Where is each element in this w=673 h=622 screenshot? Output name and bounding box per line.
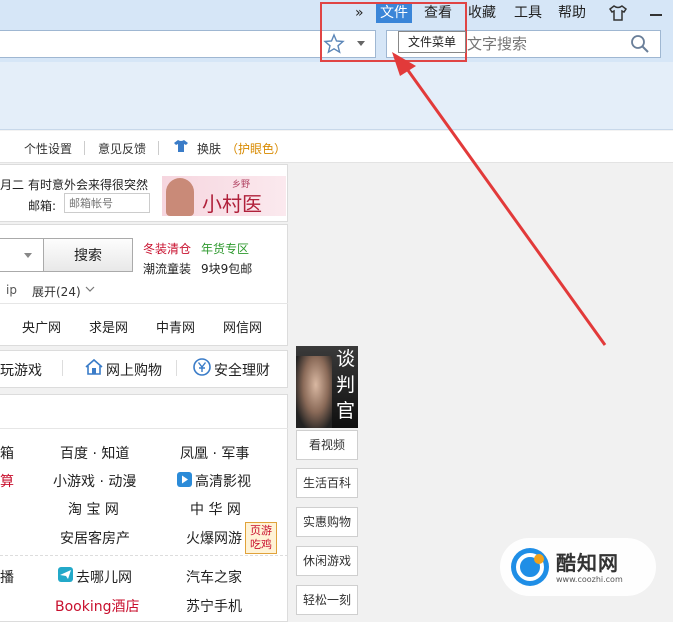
hot-link-4[interactable]: 9块9包邮 xyxy=(201,260,252,277)
site-r4-c2[interactable]: 安居客房产 xyxy=(60,528,130,548)
site-r4-c3[interactable]: 火爆网游 xyxy=(186,528,242,548)
eye-care-link[interactable]: （护眼色） xyxy=(226,140,286,157)
menu-tools[interactable]: 工具 xyxy=(514,3,542,23)
badge-line-1: 页游 xyxy=(250,524,272,537)
ad-title: 谈判官 xyxy=(336,348,356,422)
notice-text[interactable]: 有时意外会来得很突然 xyxy=(28,176,148,193)
news-link-3[interactable]: 中青网 xyxy=(156,317,195,336)
email-label: 邮箱: xyxy=(28,199,57,213)
email-input[interactable] xyxy=(64,193,150,213)
site-r3-c2[interactable]: 淘 宝 网 xyxy=(68,499,119,519)
hot-link-1[interactable]: 冬装清仓 xyxy=(143,240,191,257)
chevron-down-icon[interactable] xyxy=(85,286,95,293)
site-r5-c1[interactable]: 播 xyxy=(0,567,14,587)
novel-banner[interactable]: 乡野 小村医 xyxy=(162,176,286,216)
side-life-wiki[interactable]: 生活百科 xyxy=(296,468,358,498)
video-play-icon xyxy=(177,472,192,487)
site-r2-c3[interactable]: 高清影视 xyxy=(195,471,251,491)
travel-plane-icon xyxy=(58,567,73,582)
menu-favorites[interactable]: 收藏 xyxy=(468,3,496,23)
site-r5-c2[interactable]: 去哪儿网 xyxy=(76,567,132,587)
site-r5-c3[interactable]: 汽车之家 xyxy=(186,567,242,587)
notice-fragment: 月二 xyxy=(0,178,25,192)
hot-link-2[interactable]: 年货专区 xyxy=(201,240,249,257)
divider xyxy=(158,141,159,155)
search-icon[interactable] xyxy=(629,33,651,55)
expand-link[interactable]: 展开(24) xyxy=(32,283,81,300)
site-r2-c2[interactable]: 小游戏 · 动漫 xyxy=(53,471,136,491)
search-button[interactable]: 搜索 xyxy=(43,238,133,272)
side-watch-video[interactable]: 看视频 xyxy=(296,430,358,460)
ad-portrait xyxy=(296,356,332,428)
finance-yen-icon xyxy=(193,358,211,376)
drama-ad[interactable]: 谈判官 xyxy=(296,346,358,428)
engine-select[interactable] xyxy=(0,238,44,272)
ip-label: ip xyxy=(6,283,17,297)
site-r6-c3[interactable]: 苏宁手机 xyxy=(186,596,242,616)
annotation-arrow xyxy=(392,52,607,346)
divider xyxy=(0,303,288,304)
site-r6-c2[interactable]: Booking酒店 xyxy=(55,596,140,616)
home-shop-icon xyxy=(85,358,103,375)
skin-link[interactable]: 换肤 xyxy=(197,140,221,157)
engine-dropdown-icon[interactable] xyxy=(23,252,33,259)
watermark-name: 酷知网 xyxy=(556,551,619,575)
divider xyxy=(176,360,177,376)
site-r1-c3[interactable]: 凤凰 · 军事 xyxy=(180,443,249,463)
banner-portrait xyxy=(166,178,194,216)
side-casual-games[interactable]: 休闲游戏 xyxy=(296,546,358,576)
divider xyxy=(62,360,63,376)
news-link-4[interactable]: 网信网 xyxy=(223,317,262,336)
minimize-icon[interactable] xyxy=(650,14,662,16)
side-deal-shopping[interactable]: 实惠购物 xyxy=(296,507,358,537)
site-r1-c2[interactable]: 百度 · 知道 xyxy=(60,443,129,463)
category-shopping[interactable]: 网上购物 xyxy=(106,360,162,380)
watermark-url: www.coozhi.com xyxy=(556,575,623,584)
side-relax[interactable]: 轻松一刻 xyxy=(296,585,358,615)
divider xyxy=(0,555,288,556)
hot-link-3[interactable]: 潮流童装 xyxy=(143,260,191,277)
site-r1-c1[interactable]: 箱 xyxy=(0,443,14,463)
skin-tshirt-icon[interactable] xyxy=(608,4,628,22)
site-r2-c1[interactable]: 算 xyxy=(0,471,14,491)
coozhi-logo-icon xyxy=(511,548,549,586)
menu-help[interactable]: 帮助 xyxy=(558,3,586,23)
tshirt-icon xyxy=(174,140,188,152)
feedback-link[interactable]: 意见反馈 xyxy=(98,140,146,157)
coozhi-watermark: 酷知网 www.coozhi.com xyxy=(500,538,656,596)
divider xyxy=(0,428,288,429)
game-badge[interactable]: 页游 吃鸡 xyxy=(245,522,277,554)
site-r3-c3[interactable]: 中 华 网 xyxy=(190,499,241,519)
badge-line-2: 吃鸡 xyxy=(250,538,272,551)
category-games[interactable]: 玩游戏 xyxy=(0,360,42,380)
news-link-1[interactable]: 央广网 xyxy=(22,317,61,336)
category-finance[interactable]: 安全理财 xyxy=(214,360,270,380)
news-link-2[interactable]: 求是网 xyxy=(89,317,128,336)
banner-title: 小村医 xyxy=(202,192,262,216)
personal-settings-link[interactable]: 个性设置 xyxy=(24,140,72,157)
divider xyxy=(84,141,85,155)
